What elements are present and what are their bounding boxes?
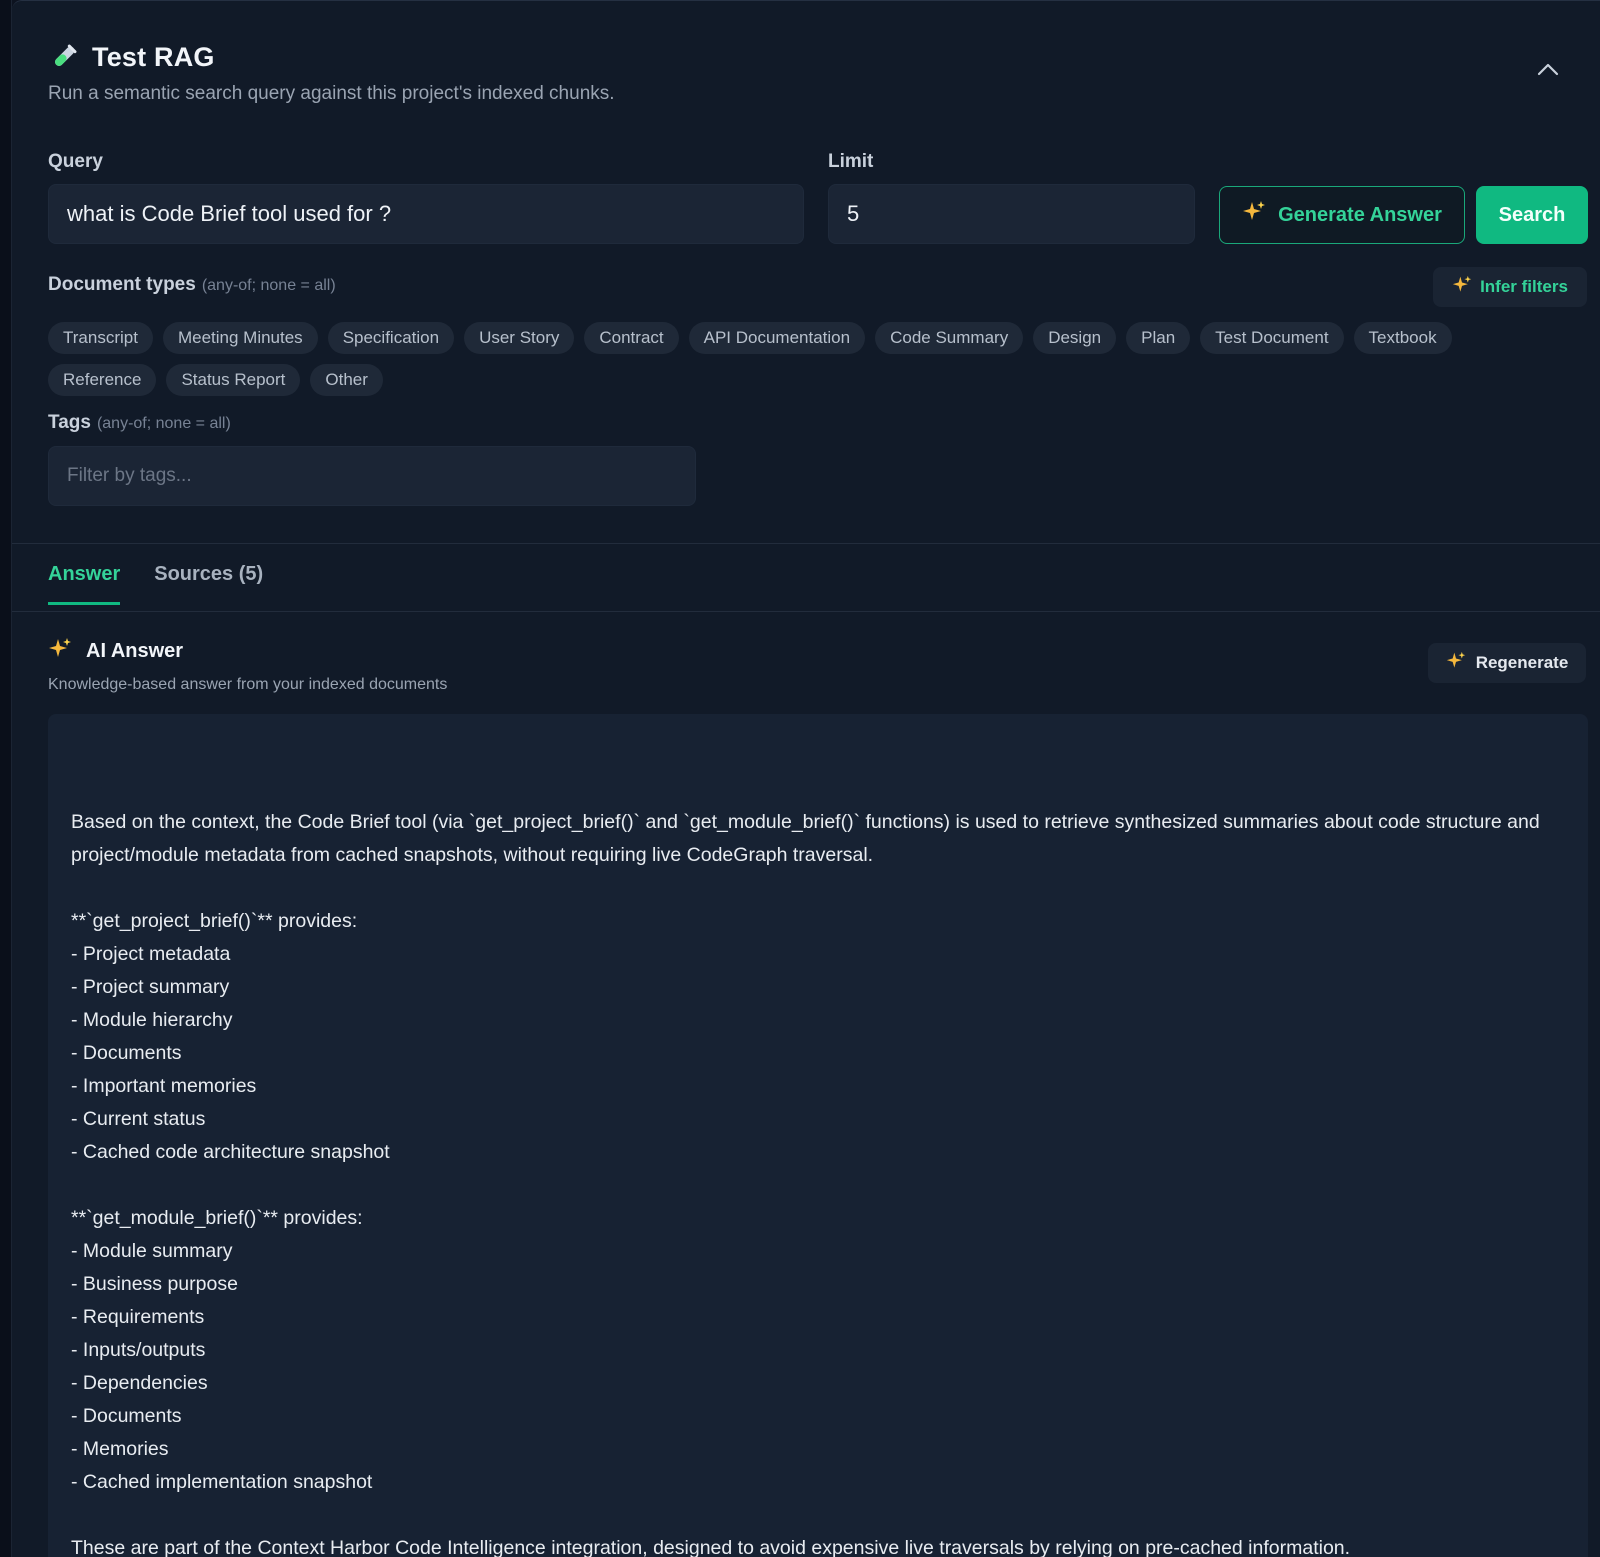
- answer-list-item: - Memories: [71, 1438, 169, 1460]
- doc-type-chip-textbook[interactable]: Textbook: [1353, 322, 1452, 354]
- collapse-button[interactable]: [1532, 55, 1564, 87]
- limit-label: Limit: [828, 151, 874, 172]
- answer-list-item: - Business purpose: [71, 1273, 238, 1295]
- doc-type-chip-api-documentation[interactable]: API Documentation: [688, 322, 866, 354]
- doc-type-chip-plan[interactable]: Plan: [1126, 322, 1191, 354]
- sparkles-icon: [1452, 275, 1472, 300]
- query-input[interactable]: what is Code Brief tool used for ?: [48, 184, 804, 244]
- answer-list-item: - Dependencies: [71, 1372, 208, 1394]
- sidebar-edge: [0, 0, 12, 1557]
- ai-answer-subtitle: Knowledge-based answer from your indexed…: [48, 676, 448, 693]
- chevron-up-icon: [1536, 62, 1560, 81]
- answer-list-item: - Module hierarchy: [71, 1009, 233, 1031]
- generate-answer-button[interactable]: Generate Answer: [1219, 186, 1465, 244]
- tab-sources[interactable]: Sources (5): [154, 563, 263, 605]
- answer-content-box: Based on the context, the Code Brief too…: [48, 714, 1588, 1557]
- answer-list-item: - Project metadata: [71, 943, 231, 965]
- document-type-chips: Transcript Meeting Minutes Specification…: [48, 322, 1538, 396]
- doc-type-chip-other[interactable]: Other: [310, 364, 383, 396]
- answer-line: **`get_project_brief()`** provides:: [71, 910, 358, 932]
- tags-label: Tags: [48, 412, 91, 433]
- answer-list-item: - Current status: [71, 1108, 206, 1130]
- page-title: Test RAG: [92, 41, 215, 72]
- infer-filters-label: Infer filters: [1480, 277, 1568, 296]
- tags-heading: Tags (any-of; none = all): [48, 412, 231, 434]
- doc-type-chip-test-document[interactable]: Test Document: [1200, 322, 1344, 354]
- answer-list-item: - Cached implementation snapshot: [71, 1471, 373, 1493]
- sparkles-icon: [48, 637, 72, 666]
- answer-list-item: - Project summary: [71, 976, 230, 998]
- answer-list-item: - Inputs/outputs: [71, 1339, 206, 1361]
- test-rag-panel: Test RAG Run a semantic search query aga…: [12, 0, 1600, 1557]
- doc-type-chip-code-summary[interactable]: Code Summary: [875, 322, 1024, 354]
- doc-type-chip-user-story[interactable]: User Story: [464, 322, 575, 354]
- answer-line: These are part of the Context Harbor Cod…: [71, 1537, 1351, 1557]
- section-divider: [12, 543, 1600, 544]
- tab-answer[interactable]: Answer: [48, 563, 121, 605]
- answer-list-item: - Documents: [71, 1405, 182, 1427]
- answer-list-item: - Cached code architecture snapshot: [71, 1141, 390, 1163]
- doc-type-chip-specification[interactable]: Specification: [327, 322, 455, 354]
- document-types-label: Document types: [48, 274, 196, 295]
- answer-line: **`get_module_brief()`** provides:: [71, 1207, 363, 1229]
- test-tube-icon: [48, 41, 80, 73]
- document-types-heading: Document types (any-of; none = all): [48, 274, 336, 296]
- infer-filters-button[interactable]: Infer filters: [1433, 267, 1587, 307]
- doc-type-chip-contract[interactable]: Contract: [584, 322, 679, 354]
- doc-type-chip-design[interactable]: Design: [1033, 322, 1117, 354]
- sparkles-icon: [1446, 651, 1466, 676]
- search-button[interactable]: Search: [1476, 186, 1588, 244]
- regenerate-button[interactable]: Regenerate: [1428, 643, 1586, 683]
- tags-filter-input[interactable]: Filter by tags...: [48, 446, 696, 506]
- ai-answer-header: AI Answer Knowledge-based answer from yo…: [48, 637, 447, 694]
- page-subtitle: Run a semantic search query against this…: [48, 83, 615, 104]
- answer-text: Based on the context, the Code Brief too…: [71, 806, 1548, 1557]
- doc-type-chip-reference[interactable]: Reference: [48, 364, 157, 396]
- panel-header: Test RAG Run a semantic search query aga…: [48, 41, 1564, 121]
- tags-hint: (any-of; none = all): [96, 415, 231, 432]
- regenerate-label: Regenerate: [1475, 653, 1569, 672]
- answer-list-item: - Documents: [71, 1042, 182, 1064]
- tabs-divider: [12, 611, 1600, 612]
- document-types-hint: (any-of; none = all): [201, 277, 336, 294]
- answer-list-item: - Module summary: [71, 1240, 233, 1262]
- generate-answer-label: Generate Answer: [1278, 203, 1442, 226]
- doc-type-chip-status-report[interactable]: Status Report: [166, 364, 301, 396]
- doc-type-chip-transcript[interactable]: Transcript: [48, 322, 153, 354]
- result-tabs: Answer Sources (5): [48, 563, 263, 605]
- sparkles-icon: [1242, 200, 1266, 230]
- doc-type-chip-meeting-minutes[interactable]: Meeting Minutes: [162, 322, 318, 354]
- answer-list-item: - Requirements: [71, 1306, 205, 1328]
- query-label: Query: [48, 151, 103, 172]
- answer-line: Based on the context, the Code Brief too…: [71, 811, 1540, 866]
- limit-input[interactable]: 5: [828, 184, 1195, 244]
- ai-answer-title: AI Answer: [86, 640, 184, 662]
- answer-list-item: - Important memories: [71, 1075, 257, 1097]
